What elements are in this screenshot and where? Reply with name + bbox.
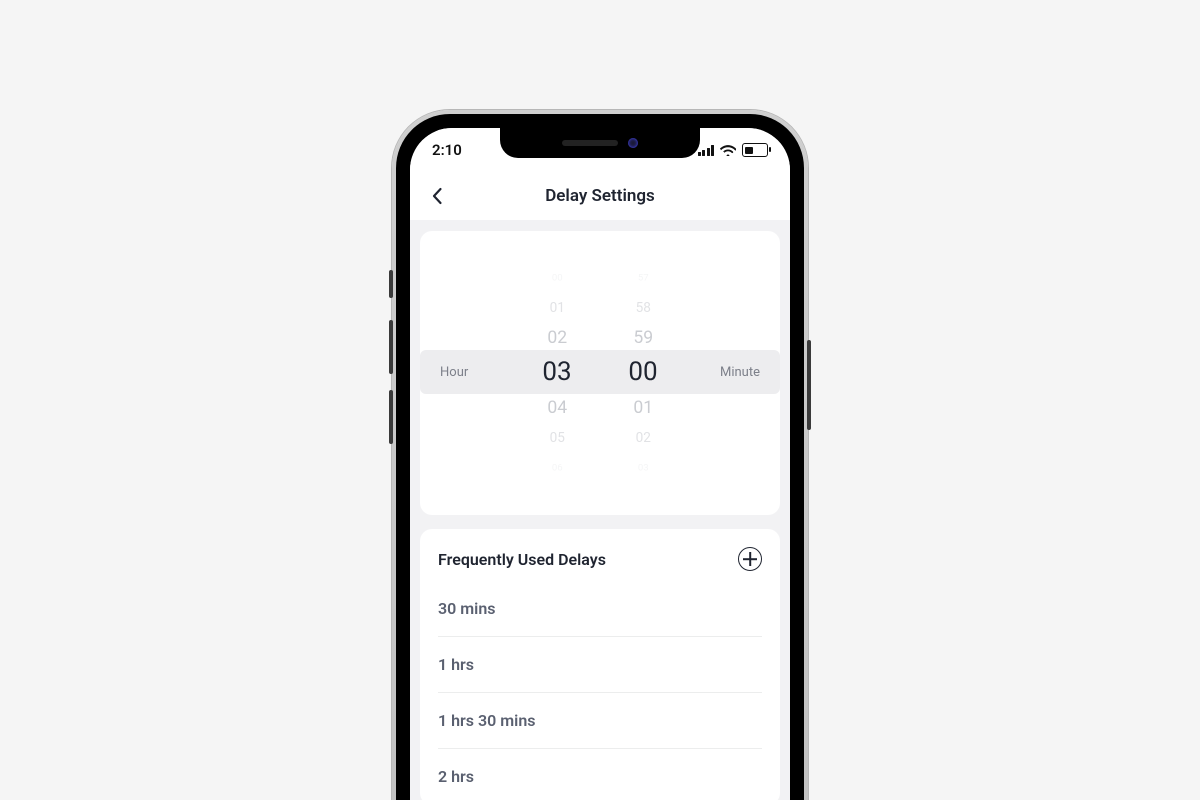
notch (500, 128, 700, 158)
add-delay-button[interactable] (738, 547, 762, 571)
minute-option: 03 (638, 460, 649, 474)
hour-option: 01 (549, 297, 564, 317)
hour-option: 02 (547, 324, 567, 350)
minute-option: 59 (633, 324, 653, 350)
minute-option: 58 (635, 297, 650, 317)
minute-option: 57 (638, 270, 649, 284)
back-button[interactable] (428, 186, 448, 206)
nav-header: Delay Settings (410, 172, 790, 221)
hour-option: 05 (549, 427, 564, 447)
frequent-delays-list: 30 mins 1 hrs 1 hrs 30 mins 2 hrs (420, 581, 780, 800)
page-title: Delay Settings (545, 186, 655, 206)
hour-option: 04 (547, 394, 567, 420)
hour-selected: 03 (542, 352, 571, 392)
hour-option: 06 (552, 460, 563, 474)
minute-option: 01 (633, 394, 653, 420)
frequent-delays-title: Frequently Used Delays (438, 550, 606, 569)
hour-picker[interactable]: 00 01 02 03 04 05 06 (526, 253, 588, 491)
frequent-delay-item[interactable]: 2 hrs (438, 749, 762, 800)
battery-icon (742, 143, 768, 157)
minute-selected: 00 (628, 352, 657, 392)
chevron-left-icon (428, 186, 448, 206)
wifi-icon (720, 144, 736, 156)
frequent-delay-item[interactable]: 1 hrs 30 mins (438, 693, 762, 749)
frequent-delay-item[interactable]: 30 mins (438, 581, 762, 637)
minute-option: 02 (635, 427, 650, 447)
hour-option: 00 (552, 270, 563, 284)
frequent-delays-card: Frequently Used Delays 30 mins 1 hrs 1 h… (420, 529, 780, 800)
time-picker-card: Hour Minute 00 01 02 03 04 05 (420, 231, 780, 515)
cellular-icon (698, 145, 715, 156)
phone-frame: 2:10 Delay Settings (392, 110, 808, 800)
frequent-delay-item[interactable]: 1 hrs (438, 637, 762, 693)
minute-picker[interactable]: 57 58 59 00 01 02 03 (612, 253, 674, 491)
status-time: 2:10 (432, 141, 462, 159)
